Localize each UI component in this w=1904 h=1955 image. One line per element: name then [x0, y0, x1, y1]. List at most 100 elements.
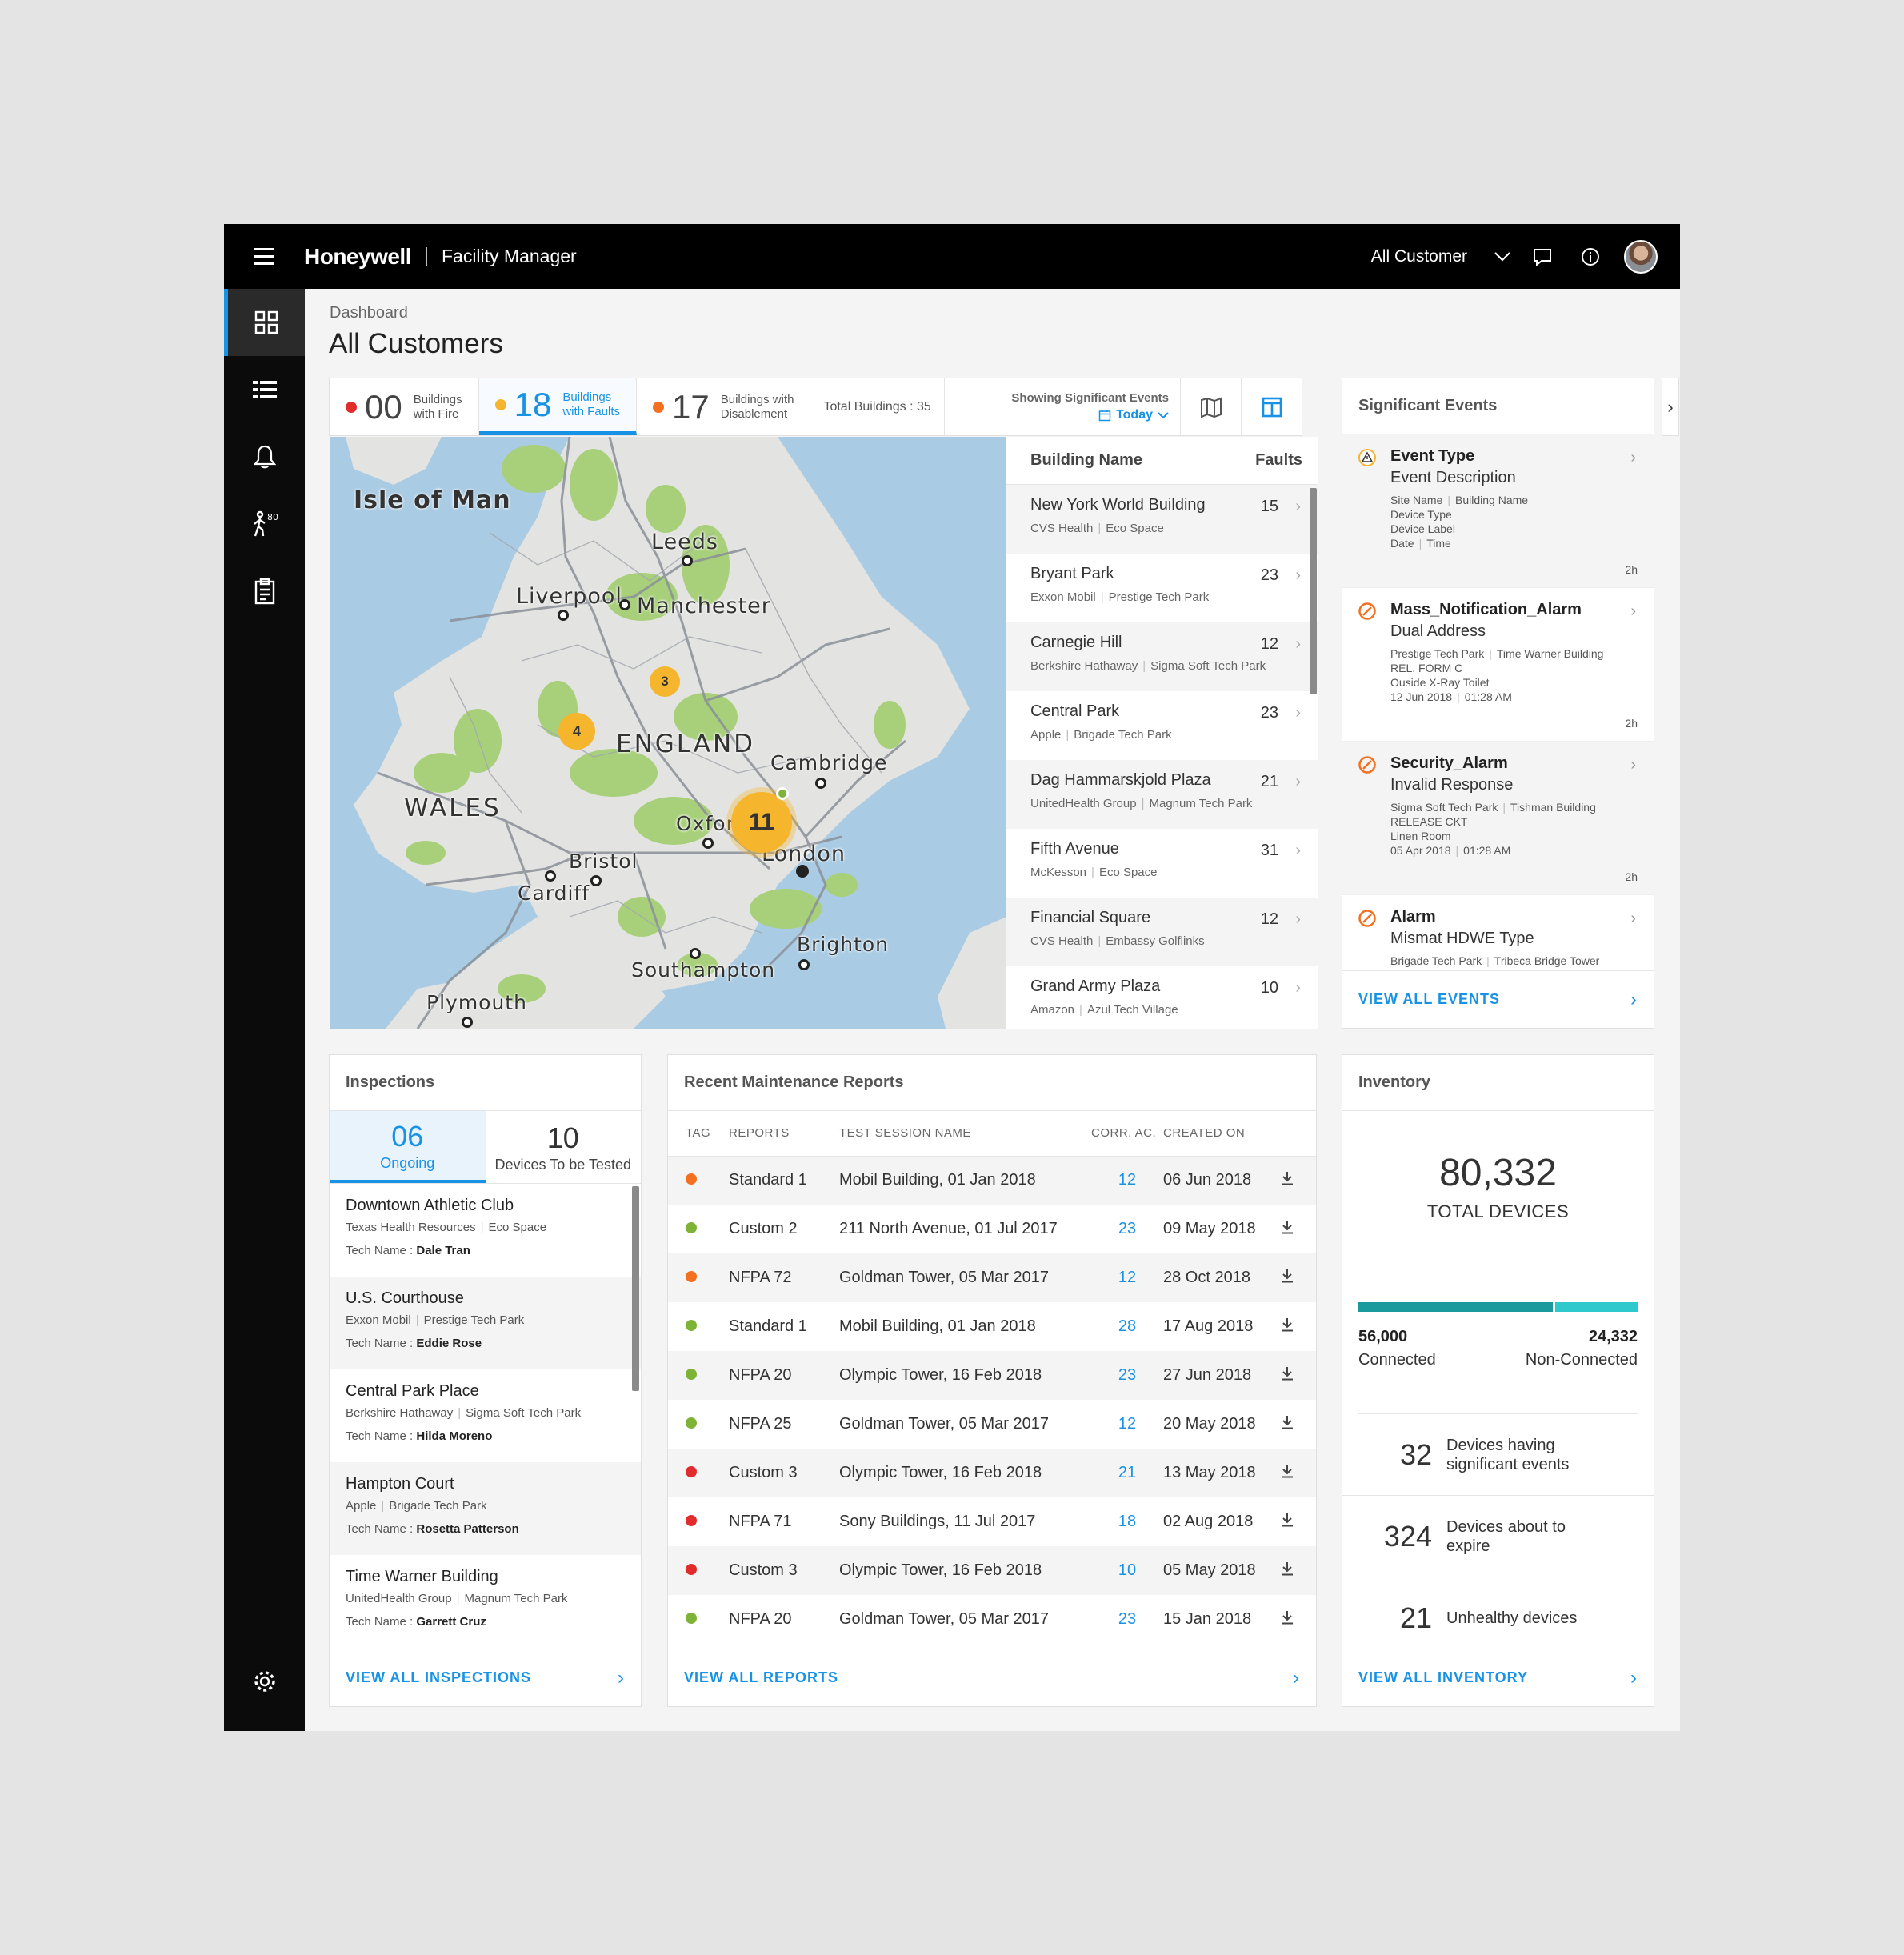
inspection-item[interactable]: U.S. Courthouse Exxon Mobil | Prestige Tech… — [330, 1277, 641, 1369]
view-all-events-link[interactable]: VIEW ALL EVENTS › — [1342, 970, 1654, 1028]
download-icon[interactable] — [1281, 1253, 1316, 1302]
significant-events-filter[interactable]: Showing Significant Events Today — [1011, 378, 1180, 435]
inventory-stat-expiring[interactable]: 324 Devices about to expire — [1342, 1496, 1654, 1577]
download-icon[interactable] — [1281, 1449, 1316, 1497]
inspector-icon[interactable]: 80 — [224, 490, 305, 558]
report-row[interactable]: Standard 1 Mobil Building, 01 Jan 2018 28 1… — [668, 1302, 1316, 1351]
user-avatar[interactable] — [1624, 239, 1658, 274]
map-pin[interactable] — [462, 1017, 473, 1028]
map-pin[interactable] — [815, 778, 826, 789]
stat-buildings-with-disablement[interactable]: 17 Buildings with Disablement — [637, 378, 811, 435]
event-item[interactable]: Alarm Mismat HDWE Type Brigade Tech Park… — [1342, 895, 1654, 972]
building-row[interactable]: Bryant Park Exxon Mobil | Prestige Tech Par… — [1006, 554, 1318, 622]
map-pin[interactable] — [702, 838, 714, 849]
download-icon[interactable] — [1281, 1497, 1316, 1546]
date-filter[interactable]: Today — [1098, 408, 1169, 422]
map-pin[interactable] — [690, 948, 701, 959]
download-icon[interactable] — [1281, 1351, 1316, 1400]
customer-select[interactable]: All Customer — [1371, 247, 1467, 266]
non-connected-stat[interactable]: 24,332 Non-Connected — [1526, 1328, 1638, 1413]
session-column[interactable]: TEST SESSION NAME — [839, 1111, 1091, 1157]
faults-column[interactable]: Faults — [1255, 451, 1302, 470]
inspection-item[interactable]: Downtown Athletic Club Texas Health Resou… — [330, 1184, 641, 1277]
stat-buildings-with-faults[interactable]: 18 Buildings with Faults — [478, 378, 638, 435]
map-cluster[interactable]: 4 — [558, 713, 595, 750]
map-cluster[interactable]: 11 — [731, 792, 792, 853]
building-row[interactable]: Fifth Avenue McKesson | Eco Space 31 › — [1006, 829, 1318, 898]
chat-icon[interactable] — [1518, 224, 1566, 289]
event-item[interactable]: Event Type Event Description Site Name | B… — [1342, 434, 1654, 588]
corr-column[interactable]: CORR. AC. — [1091, 1111, 1163, 1157]
building-name-column[interactable]: Building Name — [1030, 451, 1142, 470]
report-row[interactable]: NFPA 71 Sony Buildings, 11 Jul 2017 18 02 A… — [668, 1497, 1316, 1546]
tab-devices-to-be-tested[interactable]: 10 Devices To be Tested — [486, 1111, 642, 1183]
inventory-stat-unhealthy[interactable]: 21 Unhealthy devices — [1342, 1577, 1654, 1659]
event-item[interactable]: Security_Alarm Invalid Response Sigma So… — [1342, 742, 1654, 895]
chevron-down-icon[interactable] — [1486, 224, 1518, 289]
building-row[interactable]: Financial Square CVS Health | Embassy Golfl… — [1006, 898, 1318, 966]
report-row[interactable]: NFPA 25 Goldman Tower, 05 Mar 2017 12 20 Ma… — [668, 1400, 1316, 1449]
breadcrumb[interactable]: Dashboard — [330, 304, 408, 322]
report-row[interactable]: Custom 3 Olympic Tower, 16 Feb 2018 21 13 M… — [668, 1449, 1316, 1497]
view-all-reports-link[interactable]: VIEW ALL REPORTS › — [668, 1649, 1316, 1706]
map-pin[interactable] — [619, 599, 630, 610]
map-cluster[interactable]: 3 — [650, 666, 680, 697]
view-all-inspections-link[interactable]: VIEW ALL INSPECTIONS › — [330, 1649, 641, 1706]
corrective-actions-count[interactable]: 21 — [1091, 1449, 1163, 1497]
corrective-actions-count[interactable]: 28 — [1091, 1302, 1163, 1351]
map-pin[interactable] — [558, 610, 569, 621]
tag-column[interactable]: TAG — [668, 1111, 729, 1157]
view-all-inventory-link[interactable]: VIEW ALL INVENTORY › — [1342, 1649, 1654, 1706]
report-row[interactable]: Standard 1 Mobil Building, 01 Jan 2018 12 0… — [668, 1156, 1316, 1205]
connected-stat[interactable]: 56,000 Connected — [1358, 1328, 1436, 1413]
inspection-item[interactable]: Time Warner Building UnitedHealth Group | M… — [330, 1555, 641, 1648]
tab-ongoing[interactable]: 06 Ongoing — [330, 1111, 486, 1183]
split-view-icon[interactable] — [1241, 378, 1302, 435]
building-list-scrollbar[interactable] — [1310, 488, 1317, 694]
buildings-map[interactable]: Isle of Man Leeds Liverpool Manchester E… — [330, 437, 1006, 1029]
corrective-actions-count[interactable]: 12 — [1091, 1400, 1163, 1449]
map-view-icon[interactable] — [1180, 378, 1241, 435]
list-icon[interactable] — [224, 356, 305, 423]
created-column[interactable]: CREATED ON — [1163, 1111, 1281, 1157]
report-row[interactable]: NFPA 20 Goldman Tower, 05 Mar 2017 23 15 Ja… — [668, 1595, 1316, 1644]
download-icon[interactable] — [1281, 1156, 1316, 1205]
building-row[interactable]: Grand Army Plaza Amazon | Azul Tech Village… — [1006, 966, 1318, 1029]
download-icon[interactable] — [1281, 1400, 1316, 1449]
map-pin[interactable] — [545, 870, 556, 882]
download-icon[interactable] — [1281, 1595, 1316, 1644]
corrective-actions-count[interactable]: 10 — [1091, 1546, 1163, 1595]
inspection-item[interactable]: Hampton Court Apple | Brigade Tech Park Tech… — [330, 1462, 641, 1555]
info-icon[interactable] — [1566, 224, 1614, 289]
clipboard-icon[interactable] — [224, 558, 305, 625]
inventory-stat-significant[interactable]: 32 Devices having significant events — [1342, 1414, 1654, 1496]
report-row[interactable]: NFPA 72 Goldman Tower, 05 Mar 2017 12 28 Oc… — [668, 1253, 1316, 1302]
download-icon[interactable] — [1281, 1302, 1316, 1351]
stat-buildings-with-fire[interactable]: 00 Buildings with Fire — [330, 378, 479, 435]
corrective-actions-count[interactable]: 23 — [1091, 1595, 1163, 1644]
map-pin[interactable] — [798, 959, 810, 970]
report-row[interactable]: Custom 3 Olympic Tower, 16 Feb 2018 10 05 M… — [668, 1546, 1316, 1595]
map-pin[interactable] — [590, 875, 602, 886]
event-item[interactable]: Mass_Notification_Alarm Dual Address Pre… — [1342, 588, 1654, 742]
building-row[interactable]: New York World Building CVS Health | Eco Sp… — [1006, 485, 1318, 554]
corrective-actions-count[interactable]: 12 — [1091, 1156, 1163, 1205]
map-pin[interactable] — [796, 865, 809, 878]
bell-icon[interactable] — [224, 423, 305, 490]
menu-icon[interactable] — [224, 224, 304, 289]
download-icon[interactable] — [1281, 1205, 1316, 1253]
inspection-item[interactable]: Central Park Place Berkshire Hathaway | Sig… — [330, 1369, 641, 1462]
dashboard-icon[interactable] — [224, 289, 305, 356]
report-row[interactable]: NFPA 20 Olympic Tower, 16 Feb 2018 23 27 Ju… — [668, 1351, 1316, 1400]
building-row[interactable]: Dag Hammarskjold Plaza UnitedHealth Group… — [1006, 760, 1318, 829]
building-row[interactable]: Carnegie Hill Berkshire Hathaway | Sigma So… — [1006, 622, 1318, 691]
building-row[interactable]: Central Park Apple | Brigade Tech Park 23 › — [1006, 691, 1318, 760]
corrective-actions-count[interactable]: 23 — [1091, 1205, 1163, 1253]
corrective-actions-count[interactable]: 12 — [1091, 1253, 1163, 1302]
chevron-right-icon[interactable]: › — [1662, 378, 1679, 436]
map-pin[interactable] — [682, 555, 693, 566]
inspections-scrollbar[interactable] — [632, 1186, 639, 1391]
corrective-actions-count[interactable]: 23 — [1091, 1351, 1163, 1400]
settings-icon[interactable] — [224, 1648, 305, 1715]
reports-column[interactable]: REPORTS — [729, 1111, 839, 1157]
